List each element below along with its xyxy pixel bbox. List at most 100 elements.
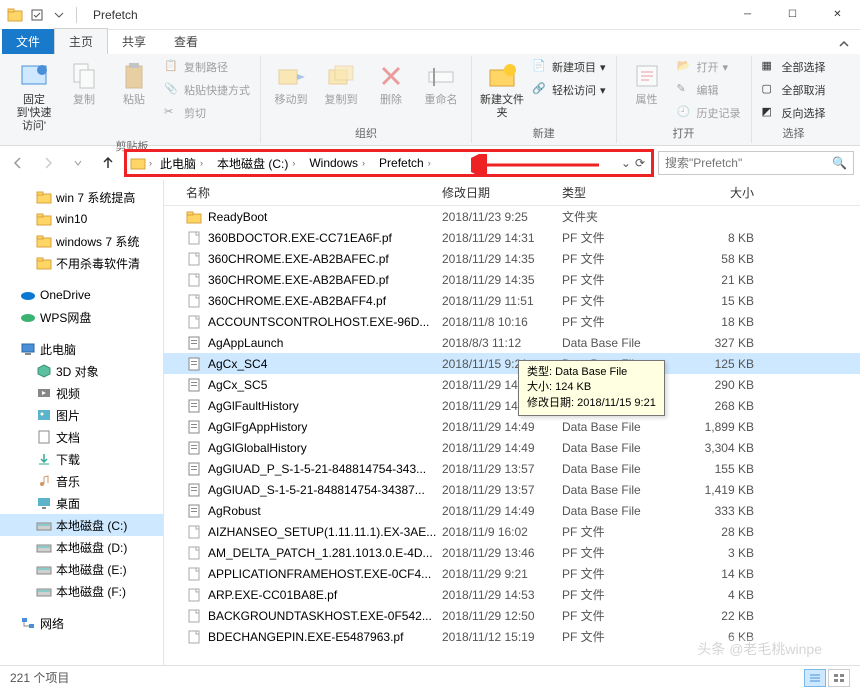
tree-item[interactable]: 图片 (0, 404, 163, 426)
file-row[interactable]: AgGlFaultHistory 2018/11/29 14:49 Data B… (164, 395, 860, 416)
file-row[interactable]: AgRobust 2018/11/29 14:49 Data Base File… (164, 500, 860, 521)
copy-to-button[interactable]: 复制到 (317, 56, 365, 111)
file-row[interactable]: AgCx_SC5 2018/11/29 14:20 Data Base File… (164, 374, 860, 395)
file-row[interactable]: 360CHROME.EXE-AB2BAFEC.pf 2018/11/29 14:… (164, 248, 860, 269)
select-all-button[interactable]: ▦全部选择 (758, 56, 830, 78)
tab-view[interactable]: 查看 (160, 29, 212, 54)
file-row[interactable]: AIZHANSEO_SETUP(1.11.11.1).EX-3AE... 201… (164, 521, 860, 542)
copy-button[interactable]: 复制 (60, 56, 108, 111)
drive-icon (36, 539, 52, 555)
file-row[interactable]: ARP.EXE-CC01BA8E.pf 2018/11/29 14:53 PF … (164, 584, 860, 605)
file-row[interactable]: 360CHROME.EXE-AB2BAFF4.pf 2018/11/29 11:… (164, 290, 860, 311)
delete-icon (375, 60, 407, 92)
breadcrumb[interactable]: Prefetch› (373, 154, 437, 172)
item-count: 221 个项目 (10, 669, 69, 686)
rename-button[interactable]: 重命名 (417, 56, 465, 111)
properties-icon (631, 60, 663, 92)
tree-item[interactable]: win10 (0, 208, 163, 230)
tab-home[interactable]: 主页 (54, 28, 108, 54)
file-row[interactable]: ACCOUNTSCONTROLHOST.EXE-96D... 2018/11/8… (164, 311, 860, 332)
delete-button[interactable]: 删除 (367, 56, 415, 111)
breadcrumb[interactable]: Windows› (303, 154, 371, 172)
file-row[interactable]: AgCx_SC4 2018/11/15 9:21 Data Base File … (164, 353, 860, 374)
qat-button[interactable] (28, 6, 46, 24)
pin-quickaccess-button[interactable]: 固定到'快速访问' (10, 56, 58, 138)
annotation-arrow (471, 154, 601, 176)
details-view-button[interactable] (804, 669, 826, 687)
forward-button[interactable] (36, 151, 60, 175)
column-type[interactable]: 类型 (556, 184, 670, 201)
tree-item-drive[interactable]: 本地磁盘 (E:) (0, 558, 163, 580)
chevron-right-icon[interactable]: › (149, 158, 152, 168)
file-row[interactable]: AgGlFgAppHistory 2018/11/29 14:49 Data B… (164, 416, 860, 437)
paste-button[interactable]: 粘贴 (110, 56, 158, 111)
file-row[interactable]: ReadyBoot 2018/11/23 9:25 文件夹 (164, 206, 860, 227)
tree-item[interactable]: 此电脑 (0, 338, 163, 360)
tree-item[interactable]: 视频 (0, 382, 163, 404)
history-button[interactable]: 🕘历史记录 (673, 102, 745, 124)
search-icon[interactable]: 🔍 (832, 156, 847, 170)
file-row[interactable]: AgGlUAD_P_S-1-5-21-848814754-343... 2018… (164, 458, 860, 479)
file-row[interactable]: 360CHROME.EXE-AB2BAFED.pf 2018/11/29 14:… (164, 269, 860, 290)
column-size[interactable]: 大小 (670, 184, 760, 201)
select-none-button[interactable]: ▢全部取消 (758, 79, 830, 101)
search-input[interactable] (665, 156, 832, 170)
icons-view-button[interactable] (828, 669, 850, 687)
cut-button[interactable]: ✂剪切 (160, 102, 254, 124)
tab-share[interactable]: 共享 (108, 29, 160, 54)
file-row[interactable]: BACKGROUNDTASKHOST.EXE-0F542... 2018/11/… (164, 605, 860, 626)
tree-item[interactable]: 桌面 (0, 492, 163, 514)
column-date[interactable]: 修改日期 (436, 184, 556, 201)
refresh-icon[interactable]: ⟳ (635, 156, 645, 170)
search-box[interactable]: 🔍 (658, 151, 854, 175)
tab-file[interactable]: 文件 (2, 29, 54, 54)
maximize-button[interactable]: ☐ (770, 0, 815, 30)
properties-button[interactable]: 属性 (623, 56, 671, 111)
new-item-button[interactable]: 📄新建项目 ▾ (528, 56, 610, 78)
tree-item[interactable]: win 7 系统提高 (0, 186, 163, 208)
recent-dropdown[interactable] (66, 151, 90, 175)
dropdown-icon[interactable]: ⌄ (621, 156, 631, 170)
paste-shortcut-button[interactable]: 📎粘贴快捷方式 (160, 79, 254, 101)
tree-item[interactable]: 下载 (0, 448, 163, 470)
file-row[interactable]: AgGlGlobalHistory 2018/11/29 14:49 Data … (164, 437, 860, 458)
easy-access-button[interactable]: 🔗轻松访问 ▾ (528, 79, 610, 101)
tree-item-drive[interactable]: 本地磁盘 (F:) (0, 580, 163, 602)
back-button[interactable] (6, 151, 30, 175)
tree-item-drive[interactable]: 本地磁盘 (D:) (0, 536, 163, 558)
easyaccess-icon: 🔗 (532, 82, 548, 98)
group-label-organize: 组织 (267, 125, 465, 143)
file-row[interactable]: 360BDOCTOR.EXE-CC71EA6F.pf 2018/11/29 14… (164, 227, 860, 248)
column-name[interactable]: 名称 (180, 184, 436, 201)
breadcrumb[interactable]: 此电脑› (154, 153, 209, 174)
new-folder-button[interactable]: 新建文件夹 (478, 56, 526, 124)
ribbon-collapse-button[interactable] (828, 34, 860, 54)
file-row[interactable]: APPLICATIONFRAMEHOST.EXE-0CF4... 2018/11… (164, 563, 860, 584)
up-button[interactable] (96, 151, 120, 175)
file-row[interactable]: AM_DELTA_PATCH_1.281.1013.0.E-4D... 2018… (164, 542, 860, 563)
file-row[interactable]: AgAppLaunch 2018/8/3 11:12 Data Base Fil… (164, 332, 860, 353)
edit-button[interactable]: ✎编辑 (673, 79, 745, 101)
tree-item[interactable]: 3D 对象 (0, 360, 163, 382)
tree-item[interactable]: 不用杀毒软件清 (0, 252, 163, 274)
tree-item[interactable]: 文档 (0, 426, 163, 448)
drive-icon (36, 583, 52, 599)
navigation-pane[interactable]: win 7 系统提高win10windows 7 系统不用杀毒软件清 OneDri… (0, 180, 164, 665)
invert-selection-button[interactable]: ◩反向选择 (758, 102, 830, 124)
copy-path-button[interactable]: 📋复制路径 (160, 56, 254, 78)
file-icon (186, 482, 202, 498)
tree-item[interactable]: WPS网盘 (0, 306, 163, 328)
close-button[interactable]: ✕ (815, 0, 860, 30)
address-bar[interactable]: › 此电脑› 本地磁盘 (C:)› Windows› Prefetch› ⌄ ⟳ (126, 151, 652, 175)
tree-item[interactable]: windows 7 系统 (0, 230, 163, 252)
minimize-button[interactable]: ─ (725, 0, 770, 30)
file-row[interactable]: AgGlUAD_S-1-5-21-848814754-34387... 2018… (164, 479, 860, 500)
breadcrumb[interactable]: 本地磁盘 (C:)› (211, 153, 301, 174)
tree-item-drive[interactable]: 本地磁盘 (C:) (0, 514, 163, 536)
tree-item[interactable]: OneDrive (0, 284, 163, 306)
tree-item[interactable]: 音乐 (0, 470, 163, 492)
move-to-button[interactable]: 移动到 (267, 56, 315, 111)
qat-dropdown-icon[interactable] (50, 6, 68, 24)
tree-item[interactable]: 网络 (0, 612, 163, 634)
open-button[interactable]: 📂打开 ▾ (673, 56, 745, 78)
